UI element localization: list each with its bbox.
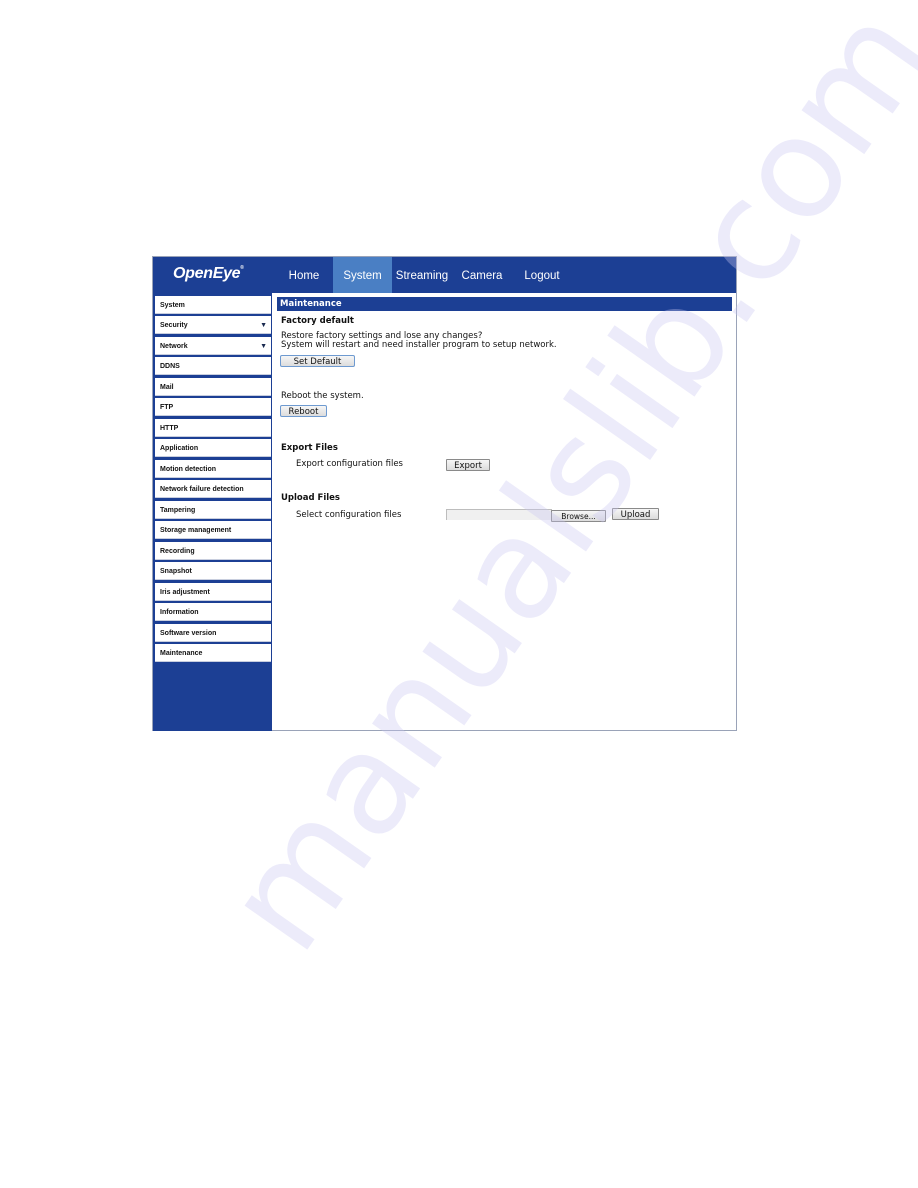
sidebar-item-motion-detection[interactable]: Motion detection (155, 460, 271, 478)
reboot-text: Reboot the system. (281, 391, 364, 401)
browser-page: OpenEye® Home System Streaming Camera Lo… (152, 256, 737, 731)
export-button[interactable]: Export (446, 459, 490, 471)
select-config-label: Select configuration files (296, 510, 402, 520)
sidebar-item-label: HTTP (160, 425, 179, 432)
caret-down-icon: ▼ (260, 343, 267, 350)
sidebar-item-label: Iris adjustment (160, 589, 210, 596)
sidebar-item-label: Maintenance (160, 650, 203, 657)
nav-tab-logout[interactable]: Logout (512, 257, 572, 293)
main-content: Maintenance Factory default Restore fact… (277, 297, 732, 522)
logo-text: OpenEye (173, 265, 241, 282)
sidebar-item-iris-adjustment[interactable]: Iris adjustment (155, 583, 271, 601)
sidebar-item-network-failure-detection[interactable]: Network failure detection (155, 480, 271, 498)
openeye-logo: OpenEye® (173, 265, 244, 283)
export-config-label: Export configuration files (296, 459, 403, 469)
sidebar-item-maintenance[interactable]: Maintenance (155, 644, 271, 662)
reboot-button[interactable]: Reboot (280, 405, 327, 417)
sidebar-item-ftp[interactable]: FTP (155, 398, 271, 416)
sidebar-item-label: Application (160, 445, 199, 452)
sidebar: System Security ▼ Network ▼ DDNS Mail FTP … (153, 293, 272, 731)
upload-button[interactable]: Upload (612, 508, 659, 520)
main-nav: Home System Streaming Camera Logout (275, 257, 572, 293)
sidebar-item-security[interactable]: Security ▼ (155, 316, 271, 334)
caret-down-icon: ▼ (260, 322, 267, 329)
nav-tab-system[interactable]: System (333, 257, 392, 293)
sidebar-item-label: DDNS (160, 363, 180, 370)
browse-button[interactable]: Browse... (551, 510, 606, 522)
sidebar-item-ddns[interactable]: DDNS (155, 357, 271, 375)
factory-default-text-2: System will restart and need installer p… (281, 340, 557, 350)
sidebar-item-label: Tampering (160, 507, 196, 514)
sidebar-item-label: Network failure detection (160, 486, 244, 493)
nav-tab-home[interactable]: Home (275, 257, 333, 293)
sidebar-item-application[interactable]: Application (155, 439, 271, 457)
export-files-heading: Export Files (281, 443, 338, 453)
sidebar-item-label: Software version (160, 630, 217, 637)
sidebar-item-label: Network (160, 343, 188, 350)
factory-default-heading: Factory default (281, 316, 354, 326)
sidebar-item-label: Information (160, 609, 199, 616)
sidebar-item-network[interactable]: Network ▼ (155, 337, 271, 355)
nav-tab-camera[interactable]: Camera (452, 257, 512, 293)
sidebar-item-software-version[interactable]: Software version (155, 624, 271, 642)
sidebar-item-information[interactable]: Information (155, 603, 271, 621)
sidebar-item-tampering[interactable]: Tampering (155, 501, 271, 519)
nav-tab-streaming[interactable]: Streaming (392, 257, 452, 293)
top-navigation-bar: OpenEye® Home System Streaming Camera Lo… (153, 257, 736, 293)
sidebar-item-label: System (160, 302, 185, 309)
section-title-bar: Maintenance (277, 297, 732, 311)
sidebar-item-snapshot[interactable]: Snapshot (155, 562, 271, 580)
upload-files-heading: Upload Files (281, 493, 340, 503)
sidebar-item-label: Motion detection (160, 466, 216, 473)
file-path-input[interactable] (446, 509, 552, 520)
trademark-mark: ® (240, 265, 244, 271)
sidebar-item-http[interactable]: HTTP (155, 419, 271, 437)
sidebar-item-label: FTP (160, 404, 174, 411)
set-default-button[interactable]: Set Default (280, 355, 355, 367)
sidebar-item-label: Recording (160, 548, 195, 555)
sidebar-item-storage-management[interactable]: Storage management (155, 521, 271, 539)
sidebar-item-label: Security (160, 322, 188, 329)
sidebar-item-system[interactable]: System (155, 296, 271, 314)
sidebar-item-label: Snapshot (160, 568, 192, 575)
sidebar-item-label: Mail (160, 384, 174, 391)
sidebar-item-recording[interactable]: Recording (155, 542, 271, 560)
sidebar-item-label: Storage management (160, 527, 232, 534)
sidebar-item-mail[interactable]: Mail (155, 378, 271, 396)
